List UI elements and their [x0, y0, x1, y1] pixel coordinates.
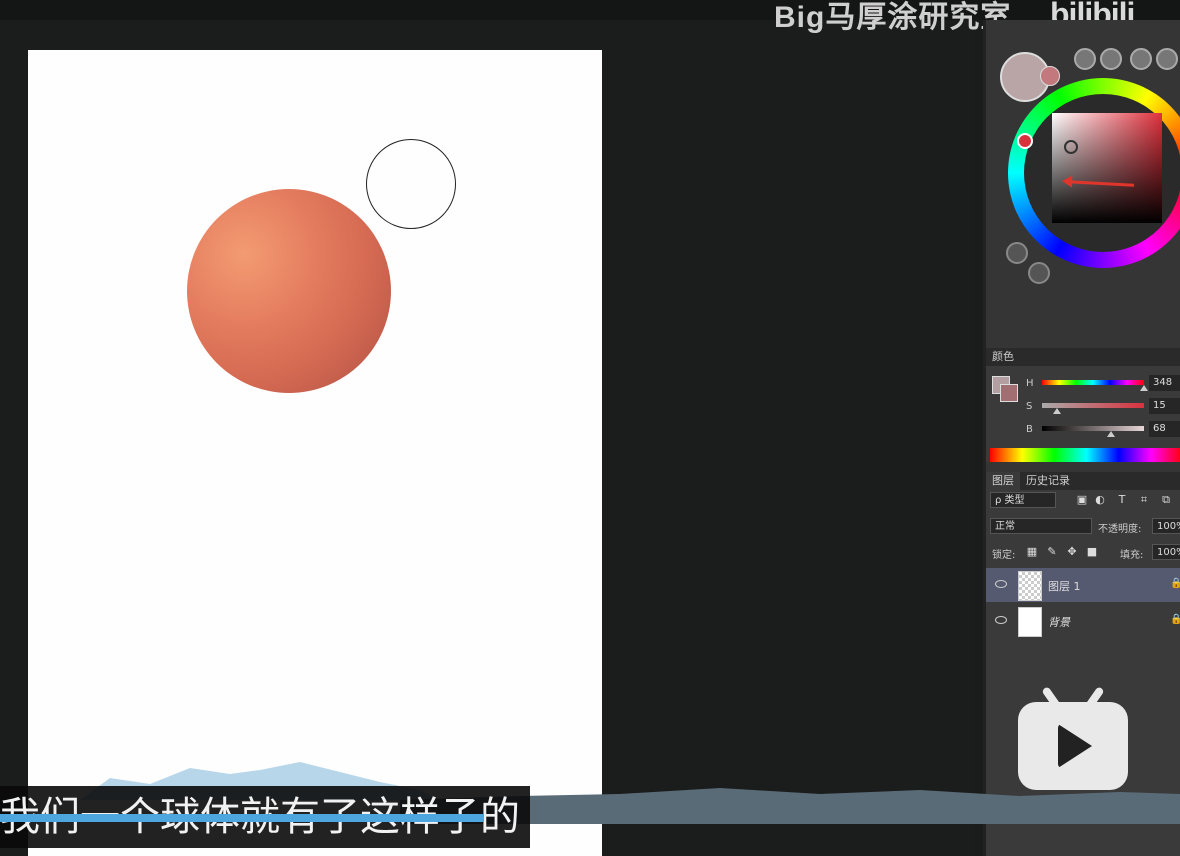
layer-row[interactable]: 图层 1 🔒: [986, 568, 1180, 602]
text-icon[interactable]: T: [1116, 494, 1128, 506]
lock-label: 锁定:: [992, 550, 1016, 561]
color-wheel-panel: [986, 30, 1180, 348]
saturation-value-input[interactable]: 15: [1149, 398, 1180, 414]
lock-all-icon[interactable]: ■: [1086, 546, 1098, 558]
wheel-tool-button[interactable]: [1074, 48, 1096, 70]
play-icon[interactable]: [1028, 262, 1050, 284]
hue-value-input[interactable]: 348: [1149, 375, 1180, 391]
video-progress-bar[interactable]: [0, 814, 484, 822]
opacity-label: 不透明度:: [1098, 524, 1142, 535]
smart-object-icon[interactable]: ⧉: [1160, 494, 1172, 506]
hue-track[interactable]: [1042, 380, 1144, 385]
lock-transparent-icon[interactable]: ▦: [1026, 546, 1038, 558]
image-icon[interactable]: ▣: [1076, 494, 1088, 506]
layer-kind-select[interactable]: ρ 类型: [990, 492, 1056, 508]
hue-thumb[interactable]: [1140, 385, 1148, 391]
wheel-tool-button[interactable]: [1130, 48, 1152, 70]
layer-thumbnail: [1018, 607, 1042, 637]
document-canvas[interactable]: [28, 50, 602, 856]
hue-picker-marker[interactable]: [1017, 133, 1033, 149]
shape-icon[interactable]: ⌗: [1138, 494, 1150, 506]
lock-brush-icon[interactable]: ✎: [1046, 546, 1058, 558]
layer-name[interactable]: 背景: [1048, 614, 1070, 630]
painted-sphere: [187, 189, 391, 393]
saturation-brightness-square[interactable]: [1052, 113, 1162, 223]
hue-label: H: [1026, 378, 1034, 389]
brightness-label: B: [1026, 424, 1033, 435]
brightness-value-input[interactable]: 68: [1149, 421, 1180, 437]
color-spectrum-bar[interactable]: [990, 448, 1180, 462]
layer-filter-row: ρ 类型 ▣ ◐ T ⌗ ⧉: [990, 492, 1180, 512]
channel-watermark: Big马厚涂研究室: [774, 1, 1012, 34]
lock-icon: 🔒: [1170, 614, 1180, 625]
brightness-slider[interactable]: B 68: [1026, 421, 1180, 446]
brightness-thumb[interactable]: [1107, 431, 1115, 437]
background-swatch[interactable]: [1000, 384, 1018, 402]
visibility-eye-icon[interactable]: [995, 580, 1007, 588]
layer-name[interactable]: 图层 1: [1048, 578, 1081, 594]
hue-slider[interactable]: H 348: [1026, 375, 1180, 400]
opacity-input[interactable]: 100%: [1152, 518, 1180, 534]
color-panel-tab[interactable]: 颜色: [986, 348, 1180, 366]
saturation-thumb[interactable]: [1053, 408, 1061, 414]
previous-color-swatch[interactable]: [1040, 66, 1060, 86]
layers-tabbar: 图层 历史记录: [986, 472, 1180, 490]
saturation-slider[interactable]: S 15: [1026, 398, 1180, 423]
wheel-tool-button[interactable]: [1100, 48, 1122, 70]
adjustment-icon[interactable]: ◐: [1094, 494, 1106, 506]
lock-move-icon[interactable]: ✥: [1066, 546, 1078, 558]
tab-layers[interactable]: 图层: [986, 472, 1020, 490]
brightness-track[interactable]: [1042, 426, 1144, 431]
blend-mode-select[interactable]: 正常: [990, 518, 1092, 534]
lock-icon: 🔒: [1170, 578, 1180, 589]
saturation-label: S: [1026, 401, 1033, 412]
visibility-eye-icon[interactable]: [995, 616, 1007, 624]
wheel-tool-button[interactable]: [1156, 48, 1178, 70]
tab-history[interactable]: 历史记录: [1020, 472, 1076, 490]
layer-thumbnail: [1018, 571, 1042, 601]
fill-label: 填充:: [1120, 550, 1144, 561]
fill-input[interactable]: 100%: [1152, 544, 1180, 560]
layer-row[interactable]: 背景 🔒: [986, 604, 1180, 638]
color-tab-label: 颜色: [992, 350, 1014, 363]
brush-cursor-icon: [366, 139, 456, 229]
color-mode-icon[interactable]: [1006, 242, 1028, 264]
sv-picker-marker[interactable]: [1064, 140, 1078, 154]
